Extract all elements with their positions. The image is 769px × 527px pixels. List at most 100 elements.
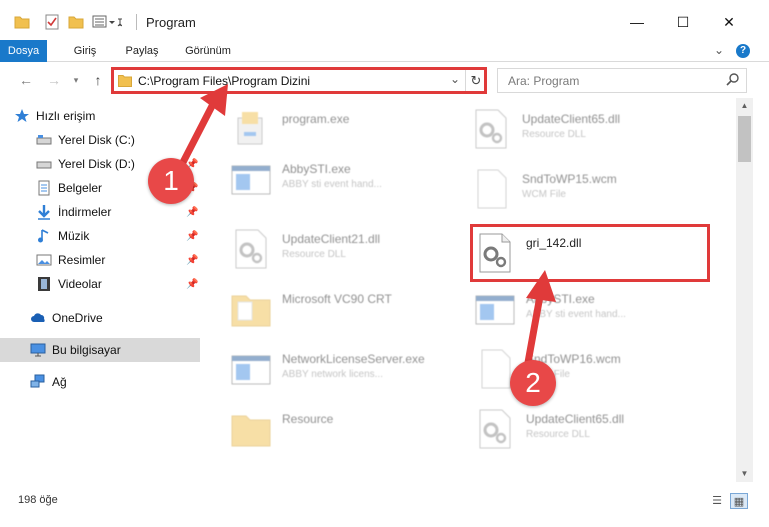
cloud-icon bbox=[30, 310, 46, 326]
window-title: Program bbox=[146, 15, 196, 30]
scroll-up-icon[interactable]: ▲ bbox=[736, 98, 753, 114]
new-folder-icon[interactable] bbox=[68, 12, 84, 32]
file-name: AbbySTI.exe bbox=[526, 292, 595, 306]
file-name: Resource bbox=[282, 412, 334, 426]
tab-view[interactable]: Görünüm bbox=[176, 40, 240, 62]
sidebar-item-label: İndirmeler bbox=[58, 205, 112, 219]
app-window-icon bbox=[230, 158, 272, 200]
search-icon bbox=[726, 72, 740, 89]
sidebar-item-this-pc[interactable]: Bu bilgisayar bbox=[0, 338, 200, 362]
scrollbar-thumb[interactable] bbox=[738, 116, 751, 162]
dll-gear-icon bbox=[230, 228, 272, 270]
file-item[interactable]: UpdateClient65.dll Resource DLL bbox=[474, 404, 704, 452]
minimize-button[interactable]: — bbox=[614, 8, 660, 36]
dll-gear-icon bbox=[474, 408, 516, 450]
computer-icon bbox=[30, 342, 46, 358]
scroll-down-icon[interactable]: ▼ bbox=[736, 466, 753, 482]
back-arrow-icon[interactable]: ← bbox=[16, 70, 36, 90]
sidebar-item-label: OneDrive bbox=[52, 311, 103, 325]
file-list: program.exe AbbySTI.exe ABBY sti event h… bbox=[202, 98, 736, 482]
file-item[interactable]: UpdateClient21.dll Resource DLL bbox=[230, 224, 460, 272]
status-bar: 198 öğe ☰ ▦ bbox=[0, 486, 769, 527]
file-name: UpdateClient65.dll bbox=[522, 112, 621, 126]
file-item[interactable]: NetworkLicenseServer.exe ABBY network li… bbox=[230, 344, 460, 392]
vertical-scrollbar[interactable]: ▲ ▼ bbox=[736, 98, 753, 482]
file-name: UpdateClient65.dll bbox=[526, 412, 625, 426]
file-item[interactable]: AbbySTI.exe ABBY sti event hand... bbox=[230, 154, 460, 202]
file-item[interactable]: SndToWP16.wcm WCM File bbox=[474, 344, 704, 392]
file-name: UpdateClient21.dll bbox=[282, 232, 381, 246]
item-count: 198 öğe bbox=[18, 494, 58, 506]
forward-arrow-icon[interactable]: → bbox=[44, 70, 64, 90]
pin-icon[interactable]: 📌 bbox=[186, 207, 198, 218]
file-name: NetworkLicenseServer.exe bbox=[282, 352, 425, 366]
sidebar-item-network[interactable]: Ağ bbox=[30, 370, 230, 394]
pin-icon[interactable]: 📌 bbox=[186, 255, 198, 266]
sidebar-item-label: Yerel Disk (D:) bbox=[58, 157, 135, 171]
sidebar-item-music[interactable]: Müzik 📌 bbox=[36, 224, 200, 248]
file-description: ABBY sti event hand... bbox=[526, 309, 626, 320]
sidebar-item-label: Resimler bbox=[58, 253, 106, 267]
file-description: ABBY sti event hand... bbox=[282, 179, 382, 190]
title-bar: Program — ☐ ✕ bbox=[0, 0, 769, 40]
search-input[interactable]: Ara: Program bbox=[508, 74, 579, 88]
file-description: ABBY network licens... bbox=[282, 369, 383, 380]
pictures-icon bbox=[36, 252, 52, 268]
tab-file[interactable]: Dosya bbox=[0, 40, 47, 62]
sidebar-item-downloads[interactable]: İndirmeler 📌 bbox=[36, 200, 200, 224]
tab-home[interactable]: Giriş bbox=[62, 40, 108, 62]
search-box[interactable]: Ara: Program bbox=[497, 68, 747, 93]
file-item[interactable]: SndToWP15.wcm WCM File bbox=[470, 164, 700, 212]
up-arrow-icon[interactable]: ↑ bbox=[88, 70, 108, 90]
file-name: AbbySTI.exe bbox=[282, 162, 351, 176]
video-icon bbox=[36, 276, 52, 292]
properties-icon[interactable] bbox=[44, 12, 60, 32]
sidebar-item-videos[interactable]: Videolar 📌 bbox=[36, 272, 200, 296]
customize-toolbar-icon[interactable] bbox=[92, 12, 122, 32]
network-icon bbox=[30, 374, 46, 390]
help-icon[interactable]: ? bbox=[736, 44, 750, 58]
sidebar-item-label: Videolar bbox=[58, 277, 102, 291]
title-separator bbox=[136, 14, 137, 30]
drive-icon bbox=[36, 156, 52, 172]
blank-file-icon bbox=[470, 168, 512, 210]
star-icon bbox=[14, 108, 30, 124]
documents-icon bbox=[36, 180, 52, 196]
file-item[interactable]: Resource bbox=[230, 404, 460, 452]
file-item[interactable]: AbbySTI.exe ABBY sti event hand... bbox=[474, 284, 704, 332]
maximize-button[interactable]: ☐ bbox=[660, 8, 706, 36]
details-view-icon[interactable]: ☰ bbox=[708, 493, 726, 509]
sidebar-item-pictures[interactable]: Resimler 📌 bbox=[36, 248, 200, 272]
pin-icon[interactable]: 📌 bbox=[186, 279, 198, 290]
sidebar-item-label: Hızlı erişim bbox=[36, 109, 96, 123]
large-icons-view-icon[interactable]: ▦ bbox=[730, 493, 748, 509]
file-description: Resource DLL bbox=[522, 129, 586, 140]
sidebar-item-label: Bu bilgisayar bbox=[52, 343, 121, 357]
file-name: SndToWP15.wcm bbox=[522, 172, 617, 186]
close-button[interactable]: ✕ bbox=[706, 8, 752, 36]
recent-locations-icon[interactable]: ▾ bbox=[66, 70, 86, 90]
file-item[interactable]: Microsoft VC90 CRT bbox=[230, 284, 460, 332]
drive-icon bbox=[36, 132, 52, 148]
file-item[interactable]: UpdateClient65.dll Resource DLL bbox=[470, 104, 700, 152]
sidebar-item-onedrive[interactable]: OneDrive bbox=[30, 306, 230, 330]
sidebar-item-quick-access[interactable]: Hızlı erişim bbox=[14, 104, 214, 128]
installer-icon bbox=[230, 108, 272, 150]
address-highlight-box bbox=[111, 67, 487, 94]
file-description: Resource DLL bbox=[526, 429, 590, 440]
file-description: WCM File bbox=[522, 189, 566, 200]
file-item[interactable]: program.exe bbox=[230, 104, 460, 152]
app-window-icon bbox=[230, 348, 272, 390]
file-description: Resource DLL bbox=[282, 249, 346, 260]
sidebar-item-label: Belgeler bbox=[58, 181, 103, 195]
step-one-badge: 1 bbox=[148, 158, 194, 204]
folder-icon bbox=[230, 408, 272, 450]
chevron-down-icon[interactable]: ⌄ bbox=[714, 43, 724, 57]
pin-icon[interactable]: 📌 bbox=[186, 231, 198, 242]
music-icon bbox=[36, 228, 52, 244]
file-name: Microsoft VC90 CRT bbox=[282, 292, 392, 306]
sidebar-item-label: Müzik bbox=[58, 229, 90, 243]
tab-share[interactable]: Paylaş bbox=[116, 40, 168, 62]
dll-gear-icon bbox=[470, 108, 512, 150]
download-icon bbox=[36, 204, 52, 220]
